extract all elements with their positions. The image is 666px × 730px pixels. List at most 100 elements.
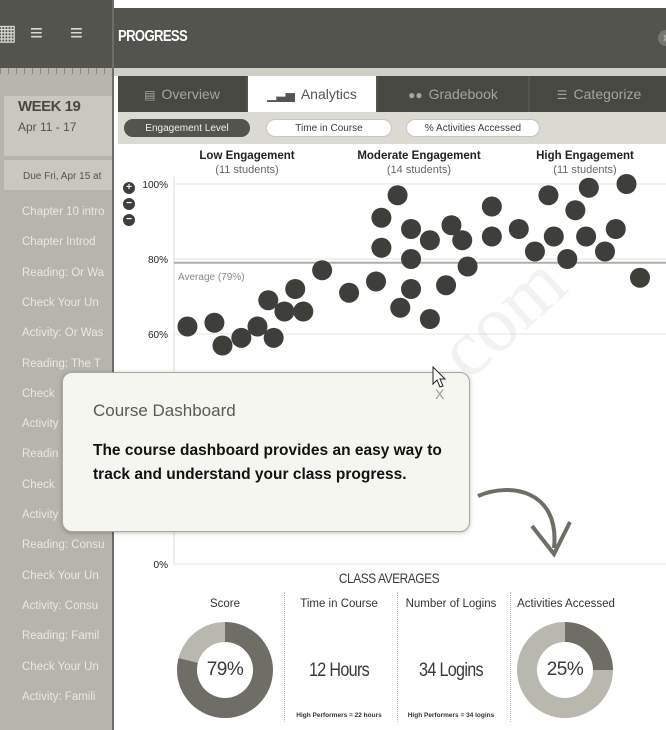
tab-bar: ▤ Overview ▁▃▅ Analytics ●● Gradebook ☰ Cate… [118, 76, 666, 114]
sidebar-item[interactable]: Reading: Famil [22, 630, 112, 642]
student-dot [557, 249, 578, 269]
y-tick-label: 80% [148, 255, 168, 266]
course-sidebar: ▦ ≡ ≡ WEEK 19 Apr 11 - 17 Due Fri, Apr 1… [0, 0, 112, 730]
sidebar-item[interactable]: Activity: Famili [22, 691, 112, 703]
column-header: Score [209, 598, 241, 610]
student-dot [436, 275, 457, 296]
class-averages-title: CLASS AVERAGES [338, 570, 440, 586]
student-dot [481, 196, 502, 217]
student-dot [263, 327, 284, 348]
progress-panel: PROGRESS x ▤ Overview ▁▃▅ Analytics ●● Grad… [112, 0, 666, 730]
column-divider [284, 592, 285, 722]
avg-logins-column: Number of Logins [396, 590, 506, 610]
tab-categorize[interactable]: ☰ Categorize [530, 76, 666, 112]
student-dot [481, 226, 502, 247]
panel-title: PROGRESS [118, 28, 188, 45]
student-dot [204, 312, 225, 333]
tooltip-title: Course Dashboard [93, 401, 236, 420]
avg-score-column: Score [170, 590, 280, 610]
sidebar-item[interactable]: Reading: The T [22, 358, 112, 370]
tab-label: Categorize [573, 86, 642, 102]
student-dot [312, 260, 333, 281]
student-dot [247, 316, 268, 337]
sidebar-item[interactable]: Activity: Or Was [22, 327, 112, 339]
panel-header: PROGRESS x [114, 8, 666, 68]
student-dot [401, 219, 422, 239]
users-icon: ●● [408, 88, 423, 102]
close-icon[interactable]: x [658, 30, 666, 46]
mouse-pointer-icon [432, 366, 447, 388]
week-card[interactable]: WEEK 19 Apr 11 - 17 [4, 96, 112, 156]
week-label: WEEK 19 [18, 98, 81, 115]
student-dot [457, 256, 478, 277]
student-dot [231, 327, 252, 348]
tab-overview[interactable]: ▤ Overview [118, 76, 246, 112]
student-dot [177, 316, 198, 337]
sidebar-item[interactable]: Check Your Un [22, 661, 112, 673]
student-dot [258, 290, 279, 311]
student-dot [339, 282, 360, 303]
tab-gradebook[interactable]: ●● Gradebook [378, 76, 528, 112]
column-header: Activities Accessed [517, 598, 615, 610]
menu-icon-2[interactable]: ≡ [70, 22, 83, 44]
sidebar-toolbar: ▦ ≡ ≡ [0, 0, 112, 68]
student-dot [293, 301, 314, 322]
menu-icon[interactable]: ≡ [30, 22, 43, 44]
sidebar-item[interactable]: Check Your Un [22, 297, 112, 309]
calendar-icon[interactable]: ▦ [0, 22, 17, 44]
student-dot [212, 335, 233, 356]
student-dot [274, 301, 295, 322]
student-dot [538, 185, 559, 206]
filter-engagement-level[interactable]: Engagement Level [124, 119, 250, 137]
student-dot [524, 241, 545, 262]
student-dot [543, 226, 564, 247]
student-dot [605, 219, 626, 239]
student-dot [371, 207, 392, 228]
student-dot [578, 177, 599, 198]
week-dates: Apr 11 - 17 [18, 120, 77, 134]
tooltip-text: The course dashboard provides an easy wa… [93, 442, 442, 483]
column-divider [397, 592, 398, 722]
sidebar-item[interactable]: Chapter Introd [22, 236, 112, 248]
column-divider [510, 592, 511, 722]
sidebar-item[interactable]: Reading: Consu [22, 539, 112, 551]
sidebar-item[interactable]: Reading: Or Wa [22, 267, 112, 279]
logins-value: 34 Logins [419, 660, 484, 681]
student-dot [565, 200, 586, 221]
bar-chart-icon: ▁▃▅ [267, 88, 295, 102]
student-dot [390, 297, 411, 318]
student-dot [401, 249, 422, 269]
curved-arrow-icon [477, 488, 572, 558]
filter-bar: Engagement Level Time in Course % Activi… [118, 112, 666, 144]
tab-label: Overview [161, 86, 220, 102]
student-dot [366, 271, 387, 292]
y-tick-label: 100% [142, 180, 168, 191]
filter-time-in-course[interactable]: Time in Course [266, 119, 392, 137]
score-ring: 79% [177, 622, 273, 718]
avg-time-column: Time in Course [284, 590, 394, 610]
student-dot [452, 230, 473, 251]
time-note: High Performers = 22 hours [296, 712, 382, 719]
app-root: ▦ ≡ ≡ WEEK 19 Apr 11 - 17 Due Fri, Apr 1… [0, 0, 666, 730]
student-dot [387, 185, 408, 206]
student-dot [419, 309, 440, 329]
header-separator [114, 68, 666, 76]
score-value: 79% [197, 642, 253, 698]
filter-activities-accessed[interactable]: % Activities Accessed [406, 119, 540, 137]
average-label: Average (79%) [178, 272, 245, 283]
course-dashboard-tooltip: Course Dashboard The course dashboard pr… [62, 372, 470, 532]
student-dot [401, 279, 422, 299]
student-dot [616, 174, 637, 194]
due-date: Due Fri, Apr 15 at [4, 160, 112, 190]
sidebar-ruler [0, 68, 112, 74]
sidebar-item[interactable]: Activity: Consu [22, 600, 112, 612]
tab-analytics[interactable]: ▁▃▅ Analytics [248, 76, 376, 114]
column-header: Time in Course [300, 598, 378, 610]
activities-ring: 25% [517, 622, 613, 718]
sidebar-item[interactable]: Check Your Un [22, 570, 112, 582]
y-tick-label: 60% [148, 330, 168, 341]
sidebar-item[interactable]: Chapter 10 intro [22, 206, 112, 218]
student-dot [508, 219, 529, 239]
sliders-icon: ☰ [556, 88, 568, 102]
time-value: 12 Hours [308, 660, 370, 681]
